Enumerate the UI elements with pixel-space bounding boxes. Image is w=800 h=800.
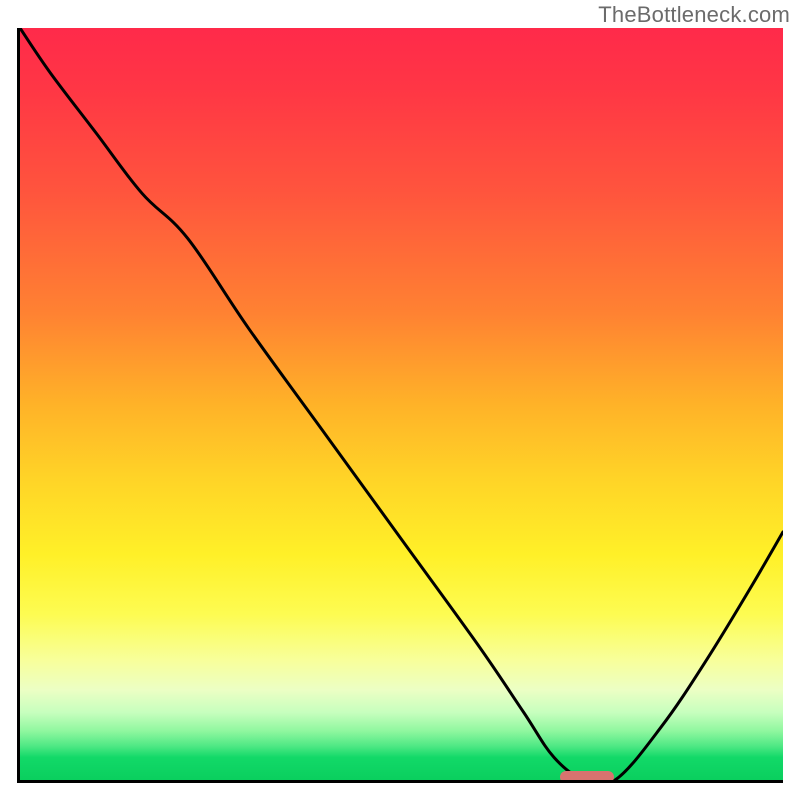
optimum-marker	[560, 771, 614, 783]
chart-container: TheBottleneck.com	[0, 0, 800, 800]
plot-area	[17, 28, 783, 783]
bottleneck-curve-path	[20, 28, 783, 780]
watermark-text: TheBottleneck.com	[598, 2, 790, 28]
curve-svg	[20, 28, 783, 780]
